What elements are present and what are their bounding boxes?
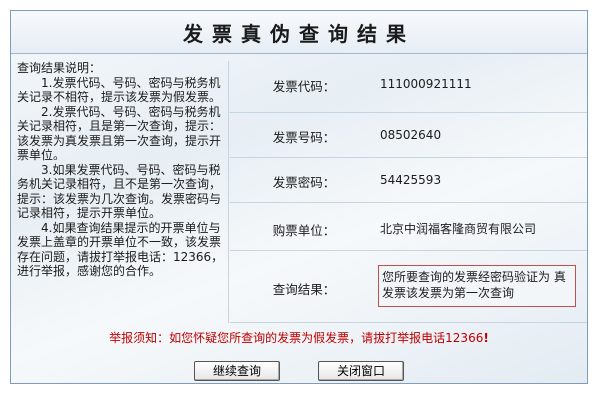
row-result: 查询结果： 您所要查询的发票经密码验证为 真发票该发票为第一次查询 xyxy=(230,251,587,323)
result-value: 您所要查询的发票经密码验证为 真发票该发票为第一次查询 xyxy=(378,265,576,307)
number-label: 发票号码： xyxy=(272,130,336,145)
row-buyer: 购票单位： 北京中润福客隆商贸有限公司 xyxy=(230,203,587,251)
page-title: 发票真伪查询结果 xyxy=(183,21,415,46)
result-panel: 发票真伪查询结果 查询结果说明： 1.发票代码、号码、密码与税务机关记录不相符，… xyxy=(10,10,588,384)
continue-query-button[interactable]: 继续查询 xyxy=(194,361,280,381)
result-label: 查询结果： xyxy=(272,282,336,297)
note-item: 1.发票代码、号码、密码与税务机关记录不相符，提示该发票为假发票。 xyxy=(17,75,222,105)
close-window-button[interactable]: 关闭窗口 xyxy=(318,361,404,381)
code-label: 发票代码： xyxy=(272,79,336,94)
password-value: 54425593 xyxy=(380,173,442,187)
exclamation-mark: ! xyxy=(483,331,489,345)
note-item: 2.发票代码、号码、密码与税务机关记录相符，且是第一次查询，提示：该发票为真发票… xyxy=(17,104,222,163)
notes-panel: 查询结果说明： 1.发票代码、号码、密码与税务机关记录不相符，提示该发票为假发票… xyxy=(17,61,229,323)
report-notice-text: 举报须知：如您怀疑您所查询的发票为假发票，请拔打举报电话12366 xyxy=(109,331,484,345)
report-notice: 举报须知：如您怀疑您所查询的发票为假发票，请拔打举报电话12366! xyxy=(11,329,587,346)
title-bar: 发票真伪查询结果 xyxy=(11,11,587,54)
note-item: 4.如果查询结果提示的开票单位与发票上盖章的开票单位不一致，该发票存在问题，请拔… xyxy=(17,220,224,279)
row-password: 发票密码： 54425593 xyxy=(230,158,587,203)
notes-heading: 查询结果说明： xyxy=(17,61,102,75)
row-code: 发票代码： 111000921111 xyxy=(230,56,587,113)
code-value: 111000921111 xyxy=(380,77,472,91)
buyer-label: 购票单位： xyxy=(272,223,336,238)
number-value: 08502640 xyxy=(380,128,442,142)
note-item: 3.如果发票代码、号码、密码与税务机关记录相符，且不是第一次查询，提示：该发票为… xyxy=(17,162,222,221)
fields-table: 发票代码： 111000921111 发票号码： 08502640 发票密码： … xyxy=(230,56,587,326)
password-label: 发票密码： xyxy=(272,175,336,190)
buyer-value: 北京中润福客隆商贸有限公司 xyxy=(380,222,537,236)
row-number: 发票号码： 08502640 xyxy=(230,113,587,158)
